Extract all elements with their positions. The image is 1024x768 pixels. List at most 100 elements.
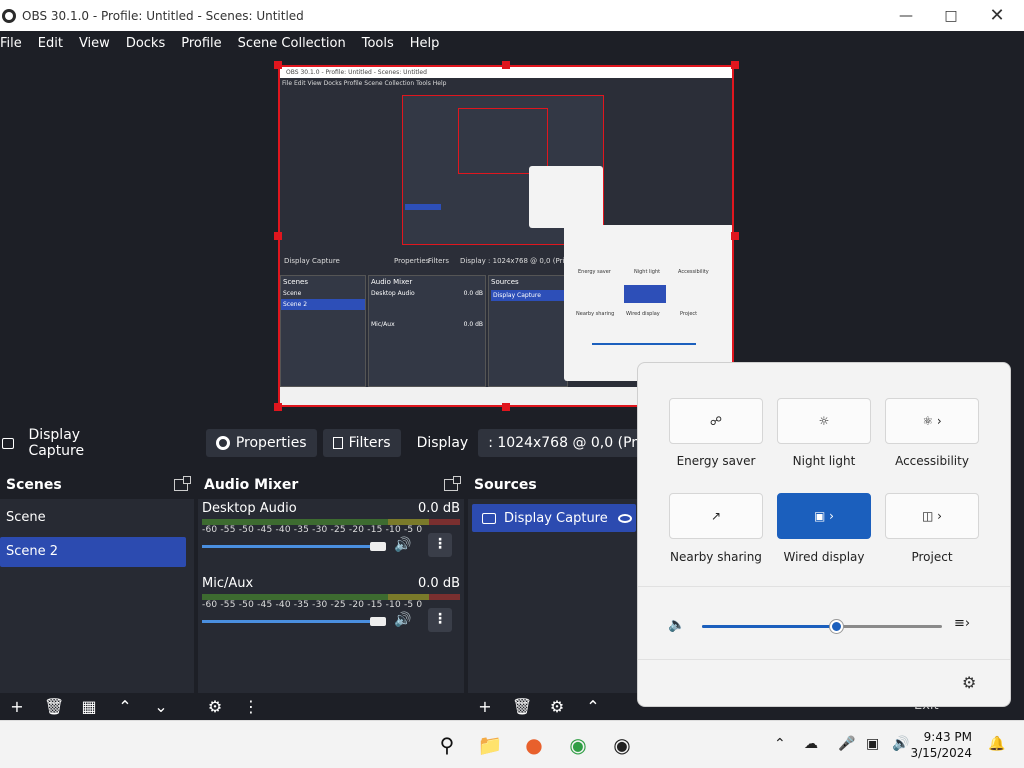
speaker-icon[interactable]: 🔊: [394, 537, 411, 553]
gear-icon: [215, 436, 230, 450]
trash-icon[interactable]: 🗑: [44, 697, 64, 716]
speaker-icon[interactable]: 🔈: [668, 617, 685, 633]
file-explorer-icon[interactable]: 📁: [478, 733, 503, 757]
more-options-icon[interactable]: ⋮: [428, 608, 452, 632]
add-icon[interactable]: +: [8, 697, 26, 716]
eye-icon[interactable]: [617, 513, 632, 523]
nearby-sharing-toggle[interactable]: ↗: [669, 493, 763, 539]
volume-slider[interactable]: [702, 620, 942, 633]
qs-label: Accessibility: [895, 454, 969, 468]
menu-help[interactable]: Help: [410, 36, 440, 51]
undock-icon[interactable]: [444, 476, 461, 491]
channel-name: Desktop Audio: [202, 500, 297, 516]
quick-settings-flyout: ☍ Energy saver ☼ Night light ⚛ › Accessi…: [637, 362, 1011, 707]
mixer-channel: Desktop Audio 0.0 dB -60 -55 -50 -45 -40…: [198, 499, 464, 574]
filter-icon[interactable]: ▦: [80, 697, 98, 716]
filters-button[interactable]: Filters: [322, 429, 401, 457]
add-icon[interactable]: +: [476, 697, 494, 716]
menu-view[interactable]: View: [79, 36, 110, 51]
volume-slider-knob[interactable]: [370, 542, 386, 551]
chevron-up-icon[interactable]: ⌃: [774, 736, 786, 752]
night-light-toggle[interactable]: ☼: [777, 398, 871, 444]
settings-gear-icon[interactable]: ⚙: [962, 673, 976, 692]
scene-item[interactable]: Scene: [0, 503, 194, 533]
energy-saver-toggle[interactable]: ☍: [669, 398, 763, 444]
sources-dock: Sources Display Capture + 🗑 ⚙ ⌃: [468, 471, 640, 719]
transform-handle[interactable]: [274, 61, 282, 69]
meter-scale: -60 -55 -50 -45 -40 -35 -30 -25 -20 -15 …: [202, 525, 423, 535]
volume-slider[interactable]: [202, 620, 377, 623]
monitor-icon: [2, 437, 15, 449]
minimize-button[interactable]: —: [883, 0, 929, 31]
scenes-title: Scenes: [6, 477, 62, 493]
title-bar: OBS 30.1.0 - Profile: Untitled - Scenes:…: [0, 0, 1024, 31]
microphone-icon[interactable]: 🎤: [838, 736, 855, 752]
source-item[interactable]: Display Capture: [472, 504, 636, 532]
advanced-audio-icon[interactable]: ⚙: [206, 697, 224, 716]
display-select[interactable]: : 1024x768 @ 0,0 (Primary M: [478, 429, 640, 457]
audio-output-icon[interactable]: ≡›: [954, 616, 970, 631]
filters-label: Filters: [348, 435, 391, 451]
mini-desktop: Desktop Audio: [371, 290, 415, 297]
network-icon[interactable]: ▣: [866, 736, 879, 752]
menu-docks[interactable]: Docks: [126, 36, 165, 51]
project-toggle[interactable]: ◫ ›: [885, 493, 979, 539]
transform-handle[interactable]: [502, 61, 510, 69]
mini-nested-selection: [405, 204, 441, 210]
undock-icon[interactable]: [174, 476, 191, 491]
search-icon[interactable]: ⚲: [435, 733, 459, 757]
move-up-icon[interactable]: ⌃: [116, 697, 134, 716]
trash-icon[interactable]: 🗑: [512, 697, 532, 716]
sun-icon: ☼: [818, 414, 830, 428]
project-icon: ◫ ›: [922, 509, 942, 523]
clock[interactable]: 9:43 PM 3/15/2024: [910, 729, 972, 761]
volume-thumb[interactable]: [830, 620, 844, 633]
properties-button[interactable]: Properties: [205, 429, 317, 457]
firefox-icon[interactable]: ●: [522, 733, 546, 757]
wired-display-toggle[interactable]: ▣ ›: [777, 493, 871, 539]
menu-tools[interactable]: Tools: [362, 36, 394, 51]
mini-filters: Filters: [428, 257, 449, 265]
transform-handle[interactable]: [731, 61, 739, 69]
mini-sources-title: Sources: [491, 278, 519, 286]
menu-file[interactable]: File: [0, 36, 22, 51]
maximize-button[interactable]: □: [928, 0, 974, 31]
scenes-dock: Scenes Scene Scene 2 + 🗑 ▦ ⌃ ⌄: [0, 471, 194, 719]
preview-canvas[interactable]: OBS 30.1.0 - Profile: Untitled - Scenes:…: [278, 65, 734, 407]
menu-edit[interactable]: Edit: [38, 36, 63, 51]
transform-handle[interactable]: [502, 403, 510, 411]
window-title: OBS 30.1.0 - Profile: Untitled - Scenes:…: [22, 8, 304, 23]
volume-slider-knob[interactable]: [370, 617, 386, 626]
source-name: Display Capture: [28, 427, 85, 459]
mini-source-name: Display Capture: [284, 257, 340, 265]
obs-icon[interactable]: ◉: [610, 733, 634, 757]
accessibility-toggle[interactable]: ⚛ ›: [885, 398, 979, 444]
volume-slider[interactable]: [202, 545, 377, 548]
close-button[interactable]: ✕: [974, 0, 1020, 31]
mini-qs-night: Night light: [634, 269, 661, 275]
gear-icon[interactable]: ⚙: [548, 697, 566, 716]
menu-scene-collection[interactable]: Scene Collection: [238, 36, 346, 51]
transform-handle[interactable]: [274, 232, 282, 240]
transform-handle[interactable]: [731, 232, 739, 240]
cloud-offline-icon[interactable]: ☁: [804, 736, 818, 752]
mini-qs-nearby: Nearby sharing: [576, 311, 615, 317]
more-options-icon[interactable]: ⋮: [428, 533, 452, 557]
properties-label: Properties: [235, 435, 307, 451]
bell-icon[interactable]: 🔔: [988, 736, 1005, 752]
menu-profile[interactable]: Profile: [181, 36, 221, 51]
more-options-icon[interactable]: ⋮: [242, 697, 260, 716]
move-down-icon[interactable]: ⌄: [152, 697, 170, 716]
move-up-icon[interactable]: ⌃: [584, 697, 602, 716]
taskbar: ⚲ 📁 ● ◉ ◉ ⌃ ☁ 🎤 ▣ 🔊 9:43 PM 3/15/2024 🔔: [0, 720, 1024, 768]
mini-qs-wired-tile: [624, 285, 666, 303]
mini-nested-panel: [529, 166, 603, 228]
monitor-icon: [482, 512, 496, 524]
transform-handle[interactable]: [274, 403, 282, 411]
scene-item[interactable]: Scene 2: [0, 537, 186, 567]
mini-qs-project: Project: [680, 311, 698, 317]
volume-icon[interactable]: 🔊: [892, 736, 909, 752]
speaker-icon[interactable]: 🔊: [394, 612, 411, 628]
source-item-label: Display Capture: [504, 510, 608, 526]
chrome-icon[interactable]: ◉: [566, 733, 590, 757]
